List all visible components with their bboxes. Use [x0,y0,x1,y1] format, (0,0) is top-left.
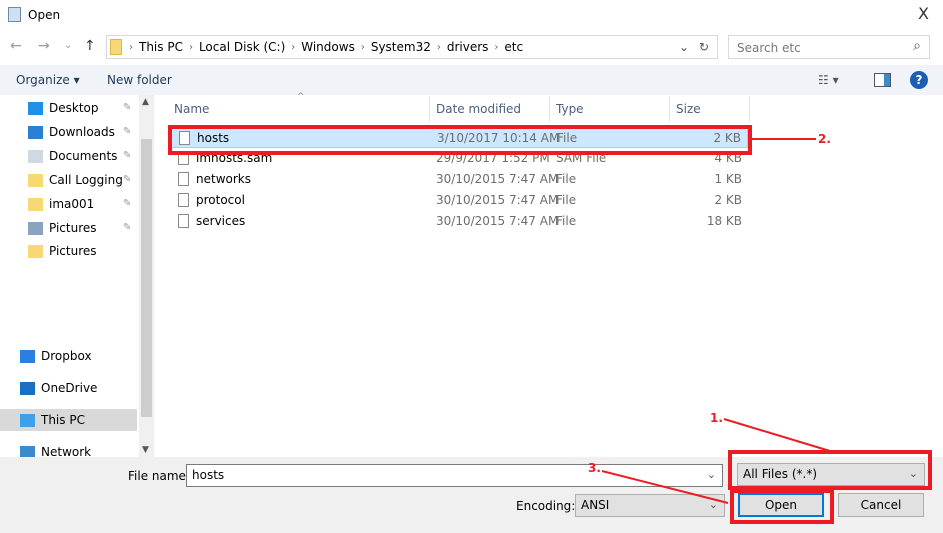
annotation-arrows [601,138,831,504]
annotation-label-1: 1. [710,411,723,425]
annotation-label-2: 2. [818,132,831,146]
arrow-1 [723,418,831,452]
arrow-3 [601,470,729,504]
annotation-label-3: 3. [588,461,601,475]
